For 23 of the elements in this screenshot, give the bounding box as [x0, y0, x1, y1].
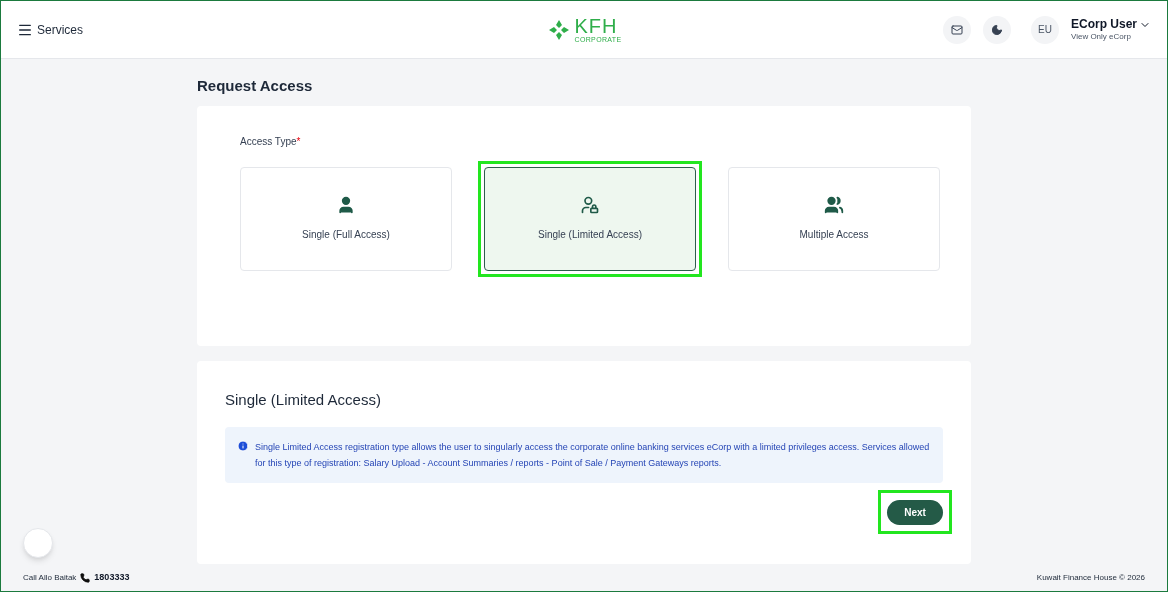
phone-number: 1803333 — [94, 570, 130, 584]
info-icon — [237, 440, 249, 452]
mail-button[interactable] — [942, 15, 971, 44]
page-title: Request Access — [197, 76, 314, 96]
phone-icon — [80, 572, 91, 583]
group-icon — [824, 195, 844, 215]
info-text: Single Limited Access registration type allows the user to singularly access the corporate online banking services eCorp with a limited privileges access. Services allowed for this type of registration: Salary Upload - Account Summaries / reports - Point of Sale / Payment Gateways reports. — [255, 441, 931, 470]
mail-icon — [950, 23, 963, 36]
access-type-label: Access Type* — [240, 134, 302, 149]
person-lock-icon — [580, 195, 600, 215]
dark-mode-button[interactable] — [982, 15, 1011, 44]
access-type-option[interactable]: Multiple Access — [728, 166, 940, 271]
user-menu[interactable]: ECorp User View Only eCorp — [1070, 17, 1151, 42]
section-title: Single (Limited Access) — [225, 389, 382, 410]
access-type-option[interactable]: Single (Full Access) — [240, 166, 452, 271]
call-label: Call Allo Baitak — [23, 571, 77, 584]
person-icon — [336, 195, 356, 215]
moon-icon — [990, 23, 1003, 36]
user-avatar: EU — [1030, 15, 1059, 44]
services-menu-button[interactable]: Services — [17, 20, 83, 39]
next-button[interactable]: Next — [887, 500, 943, 525]
access-type-option[interactable]: Single (Limited Access) — [484, 166, 696, 271]
copyright: Kuwait Finance House © 2026 — [1036, 571, 1145, 584]
